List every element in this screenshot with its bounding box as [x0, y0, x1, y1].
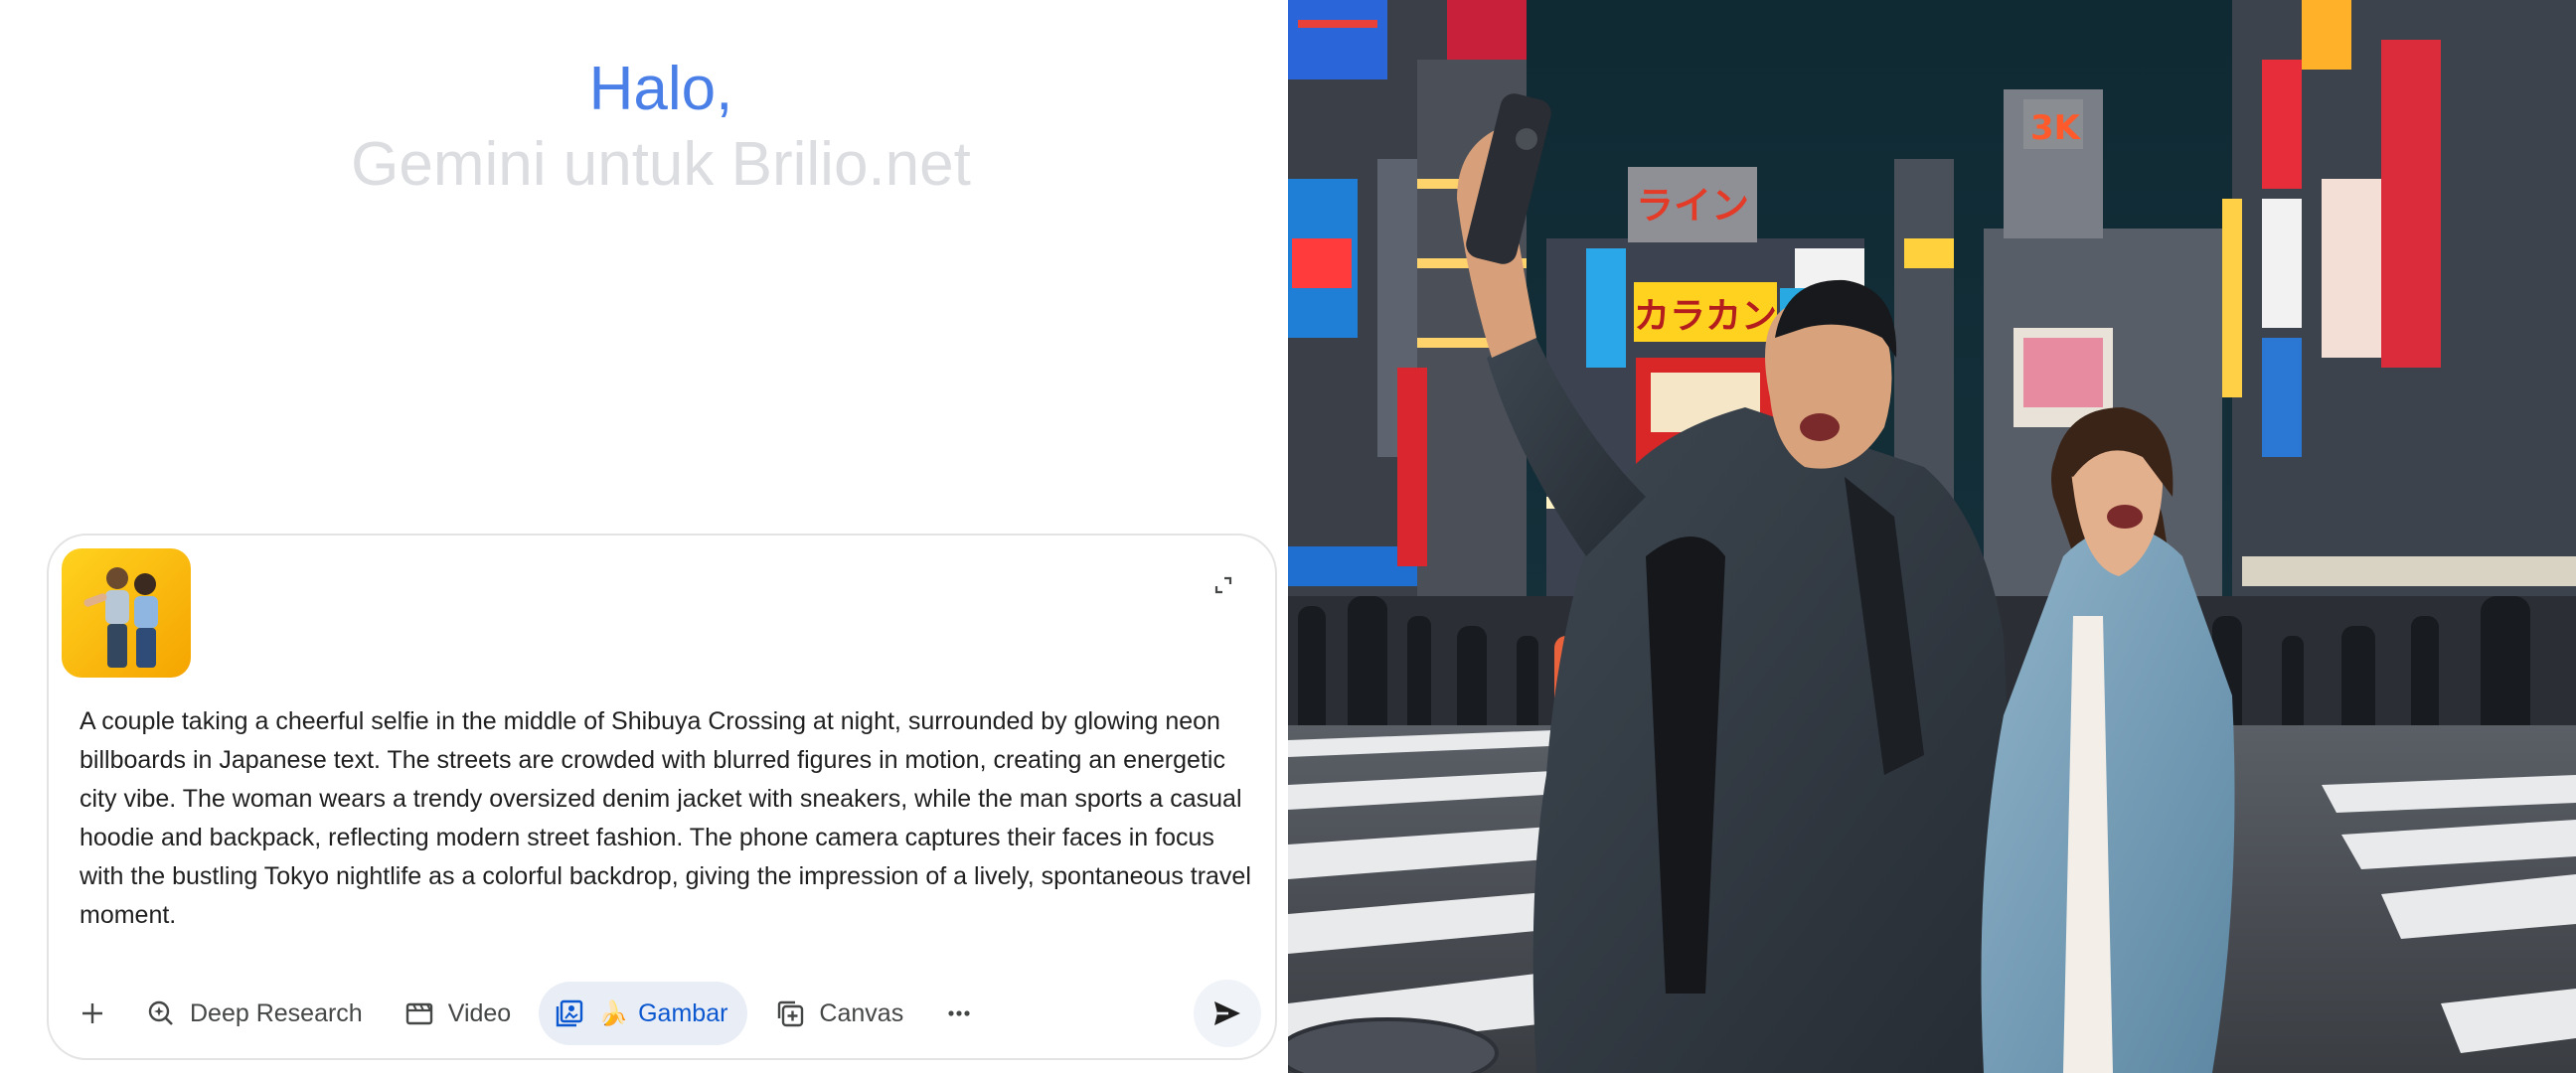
attachment-image [62, 548, 191, 678]
canvas-button[interactable]: Canvas [761, 982, 917, 1045]
generated-image-panel: ライン カラカン 3K [1288, 0, 2576, 1073]
send-icon [1214, 1001, 1240, 1025]
attachment-thumbnail[interactable] [62, 548, 191, 678]
plus-icon [82, 1003, 102, 1023]
add-button[interactable] [61, 982, 124, 1045]
video-icon [405, 1002, 432, 1025]
banana-badge: 🍌 [598, 999, 629, 1027]
expand-button[interactable] [1204, 565, 1243, 605]
prompt-composer[interactable]: A couple taking a cheerful selfie in the… [47, 534, 1277, 1060]
neon-sign-karaoke: カラカン [1634, 296, 1777, 337]
deep-research-icon [148, 1000, 173, 1025]
neon-sign-line: ライン [1636, 184, 1749, 228]
deep-research-button[interactable]: Deep Research [132, 982, 377, 1045]
image-label: Gambar [638, 998, 728, 1027]
video-label: Video [447, 998, 512, 1027]
neon-sign-3k: 3K [2030, 108, 2082, 148]
send-button[interactable] [1194, 980, 1261, 1047]
deep-research-label: Deep Research [190, 998, 363, 1027]
chat-pane: Halo, Gemini untuk Brilio.net A couple t… [0, 0, 1288, 1073]
composer-toolbar: Deep Research Video 🍌 Gambar Canvas [61, 980, 1263, 1047]
video-button[interactable]: Video [391, 982, 526, 1045]
canvas-label: Canvas [819, 998, 904, 1027]
image-button[interactable]: 🍌 Gambar [539, 982, 748, 1045]
expand-icon [1214, 576, 1232, 594]
more-button[interactable] [931, 982, 987, 1045]
image-icon [557, 999, 583, 1027]
canvas-icon [778, 1000, 804, 1027]
prompt-input[interactable]: A couple taking a cheerful selfie in the… [80, 702, 1252, 935]
greeting: Halo, Gemini untuk Brilio.net [0, 52, 1322, 203]
greeting-subtitle: Gemini untuk Brilio.net [351, 130, 971, 199]
greeting-hello: Halo, [588, 55, 733, 123]
generated-image: ライン カラカン 3K [1288, 0, 2576, 1073]
more-icon [948, 1010, 970, 1016]
